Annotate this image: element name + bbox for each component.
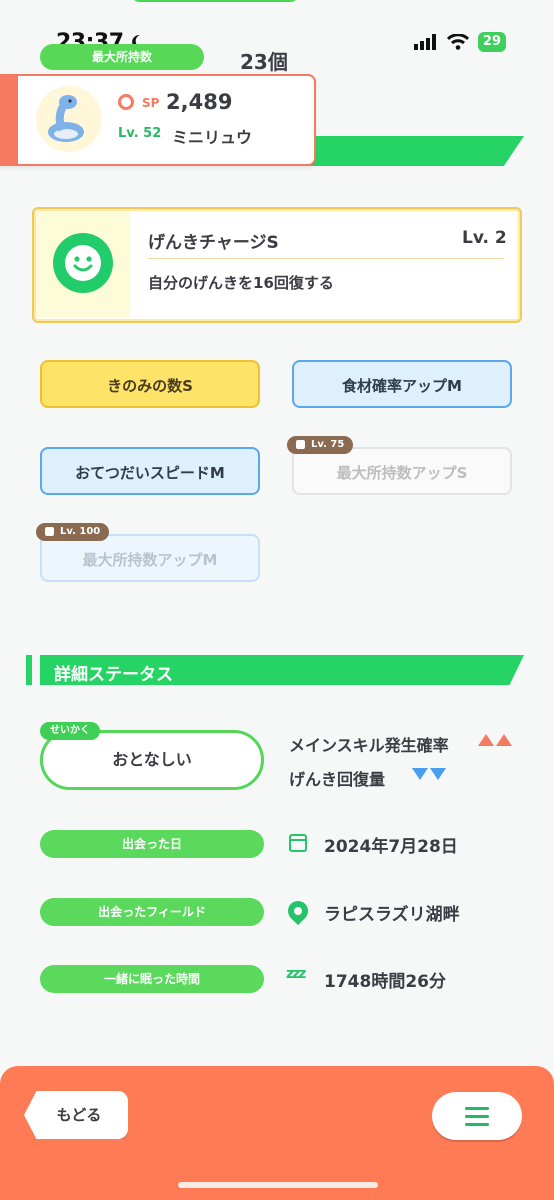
nature-up-arrows [478,734,512,746]
up-triangle-icon [478,734,494,746]
pokemon-avatar [36,86,102,152]
menu-button[interactable] [432,1092,522,1140]
pokeball-sp-icon [118,94,134,110]
status-icons: 29 [413,32,506,52]
main-skill-level: Lv. 2 [462,228,507,248]
lock-level-label: Lv. 100 [60,526,101,537]
section-title: 詳細ステータス [54,665,173,685]
back-button[interactable]: もどる [24,1091,128,1139]
home-indicator [178,1182,378,1188]
met-field-label: 出会ったフィールド [40,898,264,926]
lock-level-label: Lv. 75 [311,439,345,450]
slept-time-value: 1748時間26分 [324,972,446,992]
sleep-zzz-icon: zzz [286,966,307,982]
lock-badge-lv100: Lv. 100 [36,523,110,541]
calendar-icon [289,834,307,852]
sub-skill-help-speed[interactable]: おてつだいスピードM [40,447,260,495]
sp-value: 2,489 [166,90,233,114]
sub-skill-ingredient-rate[interactable]: 食材確率アップM [292,360,512,408]
down-triangle-icon [430,768,446,780]
nature-down-label: げんき回復量 [289,770,386,789]
main-skill-description: 自分のげんきを16回復する [148,274,334,292]
section-stripe [26,655,32,685]
pokemon-name: ミニリュウ [172,128,253,147]
smiley-icon [53,233,113,293]
main-skill-name: げんきチャージS [148,233,279,253]
nature-up-label: メインスキル発生確率 [289,736,449,755]
smiley-face-icon [65,245,101,281]
max-hold-label: 最大所持数 [40,44,204,70]
up-triangle-icon [496,734,512,746]
dratini-icon [48,92,84,142]
top-partial-pill [130,0,300,2]
met-date-label: 出会った日 [40,830,264,858]
lock-icon [296,440,305,449]
battery-icon: 29 [477,32,506,52]
main-skill-divider [148,258,504,259]
sp-label: SP [142,96,160,110]
sub-skill-berry-count[interactable]: きのみの数S [40,360,260,408]
location-pin-icon [283,896,313,926]
slept-time-label: 一緒に眠った時間 [40,965,264,993]
down-triangle-icon [412,768,428,780]
wifi-icon [446,34,469,50]
pokemon-level: Lv. 52 [118,126,162,141]
met-field-value: ラピスラズリ湖畔 [324,905,460,925]
lock-icon [45,527,54,536]
met-date-value: 2024年7月28日 [324,837,458,857]
max-hold-count: 23個 [240,50,288,74]
lock-badge-lv75: Lv. 75 [287,436,354,454]
hamburger-icon [465,1107,489,1131]
sub-skill-max-hold-m[interactable]: 最大所持数アップM [40,534,260,582]
signal-icon [413,34,436,50]
nature-down-arrows [412,768,446,780]
sub-skill-max-hold-s[interactable]: 最大所持数アップS [292,447,512,495]
pokemon-card-stripe [0,74,18,164]
nature-tag: せいかく [40,722,100,740]
